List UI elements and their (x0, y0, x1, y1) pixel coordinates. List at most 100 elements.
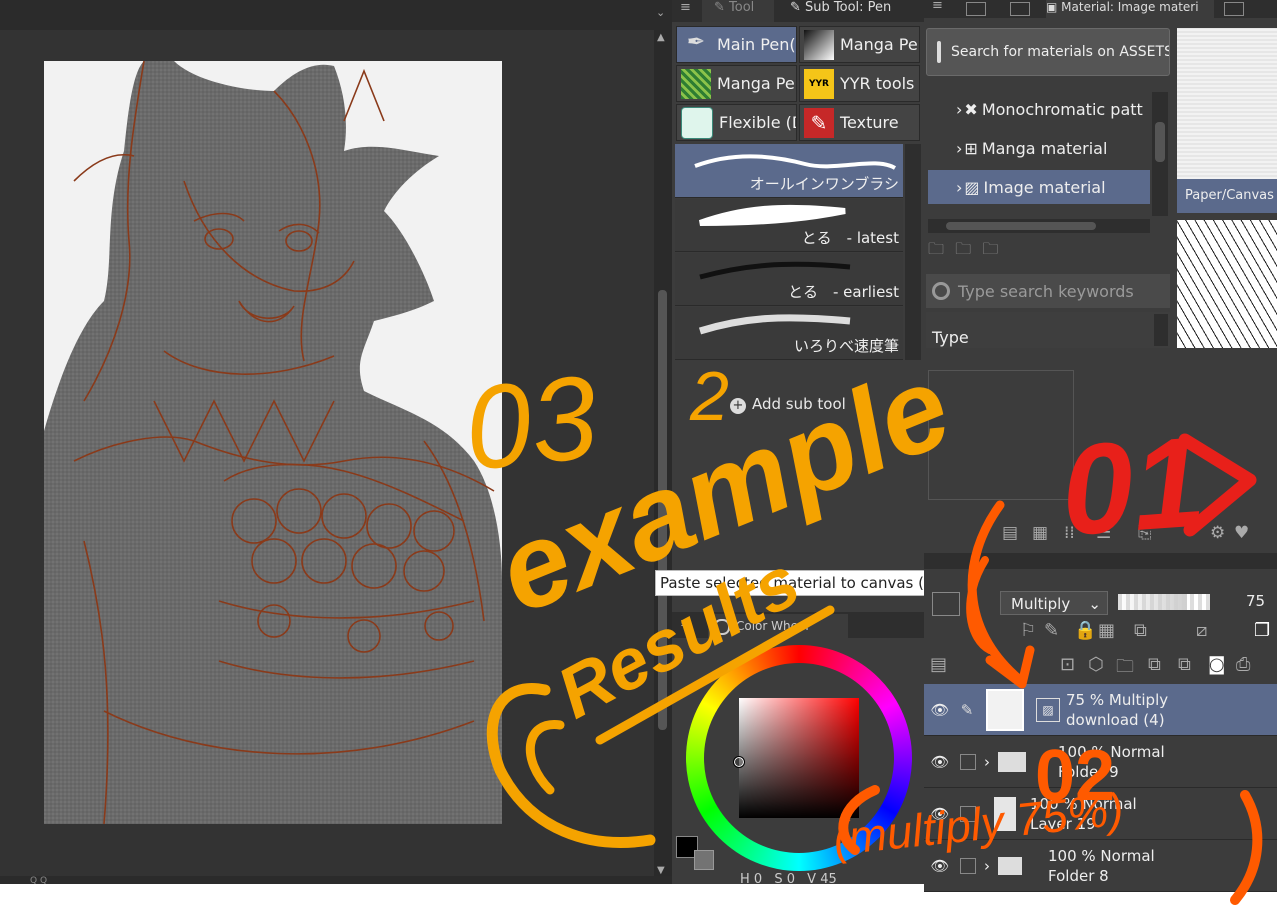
layer-text: 75 % Multiply download (4) (1066, 690, 1168, 730)
image-icon: ▨ (964, 177, 980, 197)
brush-label: オールインワンブラシ (749, 175, 899, 193)
material-tab-icon[interactable] (1224, 2, 1244, 16)
paste-material-icon[interactable]: ⎘ (1138, 523, 1152, 543)
material-preview-box (928, 370, 1074, 500)
chevron-right-icon[interactable]: › (984, 753, 990, 771)
list-view-icon[interactable]: ▤ (1002, 523, 1018, 543)
menu-icon[interactable]: ≡ (932, 0, 943, 13)
transfer-layer-icon[interactable]: ⧉ (1148, 654, 1161, 675)
tool-panel-scrollbar[interactable] (905, 144, 921, 360)
clip-layer-icon[interactable]: ⧉ (1134, 620, 1147, 641)
image-layer-icon: ▨ (1036, 697, 1060, 722)
tree-item-monochromatic[interactable]: › ✖ Monochromatic patt (928, 92, 1150, 126)
group-yyr-tools[interactable]: YYR YYR tools (799, 65, 920, 102)
pen-icon: ✎ (714, 0, 725, 15)
material-tab-icon[interactable] (966, 2, 986, 16)
tab-color-wheel[interactable]: Color Wheel (708, 614, 848, 638)
canvas[interactable] (44, 61, 502, 824)
layer-row-download[interactable]: 👁 ✎ ▨ 75 % Multiply download (4) (924, 684, 1277, 736)
checkbox[interactable] (960, 805, 976, 822)
pen-edit-icon[interactable]: ✎ (954, 701, 980, 719)
brush-item-3[interactable]: とる - earliest (675, 253, 903, 306)
settings-gear-icon[interactable]: ⚙ (1210, 523, 1225, 543)
monochrome-pattern-icon: ✖ (964, 99, 978, 119)
eye-icon[interactable]: 👁 (926, 701, 954, 719)
tab-material-label: Material: Image materi (1061, 0, 1199, 14)
material-thumbnail-paper[interactable]: Paper/Canvas (1177, 28, 1277, 213)
chevron-right-icon[interactable]: › (984, 857, 990, 875)
new-raster-layer-icon[interactable]: ⊡ (1060, 654, 1075, 675)
tree-item-image-material[interactable]: › ▨ Image material (928, 170, 1150, 204)
tree-scrollbar[interactable] (1152, 92, 1168, 216)
eye-icon[interactable]: 👁 (926, 753, 954, 771)
scroll-down-arrow-icon[interactable]: ▼ (657, 865, 665, 876)
tab-material-image[interactable]: ▣ Material: Image materi (1046, 0, 1214, 18)
thumbnail-caption: Paper/Canvas (1177, 179, 1277, 213)
scroll-up-arrow-icon[interactable]: ▲ (657, 32, 665, 43)
layer-row-folder-8[interactable]: 👁 › 100 % Normal Folder 8 (924, 840, 1277, 892)
material-tab-icon[interactable] (1010, 2, 1030, 16)
checkbox[interactable] (960, 753, 976, 770)
detail-view-icon[interactable]: ☰ (1096, 523, 1111, 543)
tree-scroll-thumb[interactable] (1155, 122, 1165, 162)
tree-horizontal-scrollbar[interactable] (928, 219, 1150, 233)
tree-hscroll-thumb[interactable] (946, 222, 1096, 230)
lock-icon[interactable]: 🔒 (1074, 620, 1096, 641)
lock-transparent-icon[interactable]: ▦ (1098, 620, 1115, 641)
search-assets-button[interactable]: Search for materials on ASSETS (926, 28, 1170, 76)
sub-color-swatch[interactable] (694, 850, 714, 870)
camera-icon[interactable]: ⎙ (1236, 654, 1250, 675)
saturation-value: 0 (786, 872, 796, 886)
saturation-value-square[interactable] (739, 698, 859, 818)
tree-item-label: Manga material (981, 138, 1108, 158)
tab-tool[interactable]: ✎ Tool (702, 0, 774, 22)
group-manga-pen-2[interactable]: Manga Pe (676, 65, 797, 102)
tab-sub-tool[interactable]: ✎ Sub Tool: Pen (782, 0, 924, 22)
canvas-vertical-scrollbar[interactable]: ▲ ▼ (654, 30, 672, 882)
layer-color-box[interactable] (932, 592, 960, 616)
brush-item-1[interactable]: オールインワンブラシ (675, 144, 903, 198)
layer-mask-icon[interactable]: ◙ (1208, 654, 1225, 675)
layer-duplicate-icon[interactable]: ❐ (1254, 620, 1270, 641)
status-text: Q Q (30, 876, 48, 884)
group-flexible[interactable]: Flexible (D (676, 104, 797, 141)
color-wheel[interactable] (686, 645, 912, 871)
delete-folder-icon[interactable]: 🗀 (955, 239, 971, 258)
checkbox[interactable] (960, 857, 976, 874)
opacity-slider[interactable] (1118, 594, 1210, 610)
group-texture[interactable]: ✎ Texture (799, 104, 920, 141)
reference-layer-icon[interactable]: ⚐ (1020, 620, 1036, 641)
eye-icon[interactable]: 👁 (926, 857, 954, 875)
group-main-pen[interactable]: ✒ Main Pen( (676, 26, 797, 63)
eye-icon[interactable]: 👁 (926, 805, 954, 823)
merge-layer-icon[interactable]: ⧉ (1178, 654, 1191, 675)
brush-item-2[interactable]: とる - latest (675, 199, 903, 252)
add-sub-tool-button[interactable]: + Add sub tool (730, 395, 900, 417)
brush-item-4[interactable]: いろりべ速度筆 (675, 307, 903, 360)
menu-icon[interactable]: ≡ (680, 0, 691, 15)
mask-icon[interactable]: ⧄ (1196, 620, 1207, 641)
layer-row-layer-19[interactable]: 👁 100 % Normal Layer 19 (924, 788, 1277, 840)
group-manga-pen-1[interactable]: Manga Pe (799, 26, 920, 63)
layer-row-folder-9[interactable]: 👁 › 100 % Normal Folder 9 (924, 736, 1277, 788)
new-vector-layer-icon[interactable]: ⬡ (1088, 654, 1104, 675)
grid-large-icon[interactable]: ▦ (1032, 523, 1048, 543)
material-search-field[interactable]: Type search keywords (926, 274, 1170, 308)
menu-icon[interactable]: ≡ (680, 616, 691, 631)
new-folder-icon[interactable]: 🗀 (928, 239, 944, 258)
grid-small-icon[interactable]: ⁞⁞ (1064, 523, 1075, 543)
manga-material-icon: ⊞ (964, 138, 978, 158)
new-folder-icon[interactable]: 🗀 (1116, 654, 1134, 684)
layer-palette-icon[interactable]: ▤ (930, 654, 947, 675)
draft-layer-icon[interactable]: ✎ (1044, 620, 1059, 641)
edit-folder-icon[interactable]: 🗀 (982, 239, 998, 258)
blend-mode-select[interactable]: Multiply ⌄ (1000, 591, 1108, 615)
material-thumbnail-lines[interactable] (1177, 220, 1277, 348)
top-bar-chevron-icon[interactable]: ⌄ (656, 6, 668, 20)
favorite-heart-icon[interactable]: ♥ (1234, 523, 1249, 543)
scroll-thumb[interactable] (658, 290, 667, 730)
color-picker-cursor[interactable] (733, 756, 745, 768)
type-scrollbar[interactable] (1154, 314, 1168, 346)
tree-item-manga[interactable]: › ⊞ Manga material (928, 131, 1150, 165)
layer-mode: 100 % Normal (1058, 742, 1165, 761)
